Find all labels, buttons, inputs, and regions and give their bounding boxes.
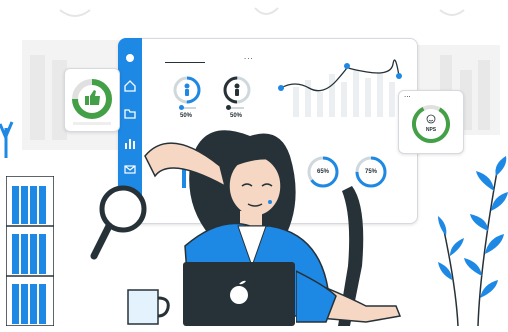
- nps-label: NPS: [425, 127, 437, 133]
- thumbs-up-card: [64, 68, 120, 132]
- stat-left-knob: [179, 105, 184, 110]
- dashboard-menu-dots[interactable]: ...: [244, 52, 254, 61]
- stat-ring-right: [223, 76, 251, 104]
- home-icon: [124, 80, 136, 92]
- plant-leaves: [438, 156, 508, 326]
- woman-arm-right: [296, 270, 402, 323]
- circle-icon: [126, 54, 134, 62]
- ring-75-value: 75%: [364, 169, 377, 175]
- person-icon: [184, 83, 190, 96]
- laptop: [183, 262, 295, 326]
- illustration-scene: ... 50% 50% ... NPS 65% 75%: [0, 0, 508, 326]
- line-chart: [278, 59, 402, 117]
- smiley-icon: [426, 114, 436, 124]
- bookshelf: [6, 176, 54, 326]
- nps-card: ... NPS: [398, 90, 464, 154]
- stat-ring-left: [173, 76, 201, 104]
- person-icon: [234, 83, 240, 96]
- coffee-mug: [127, 289, 170, 325]
- thumbs-up-icon: [85, 90, 100, 105]
- plant-left: [0, 121, 14, 158]
- stat-right-knob: [226, 105, 231, 110]
- nps-card-dots[interactable]: ...: [404, 90, 411, 99]
- header-line: [165, 62, 205, 63]
